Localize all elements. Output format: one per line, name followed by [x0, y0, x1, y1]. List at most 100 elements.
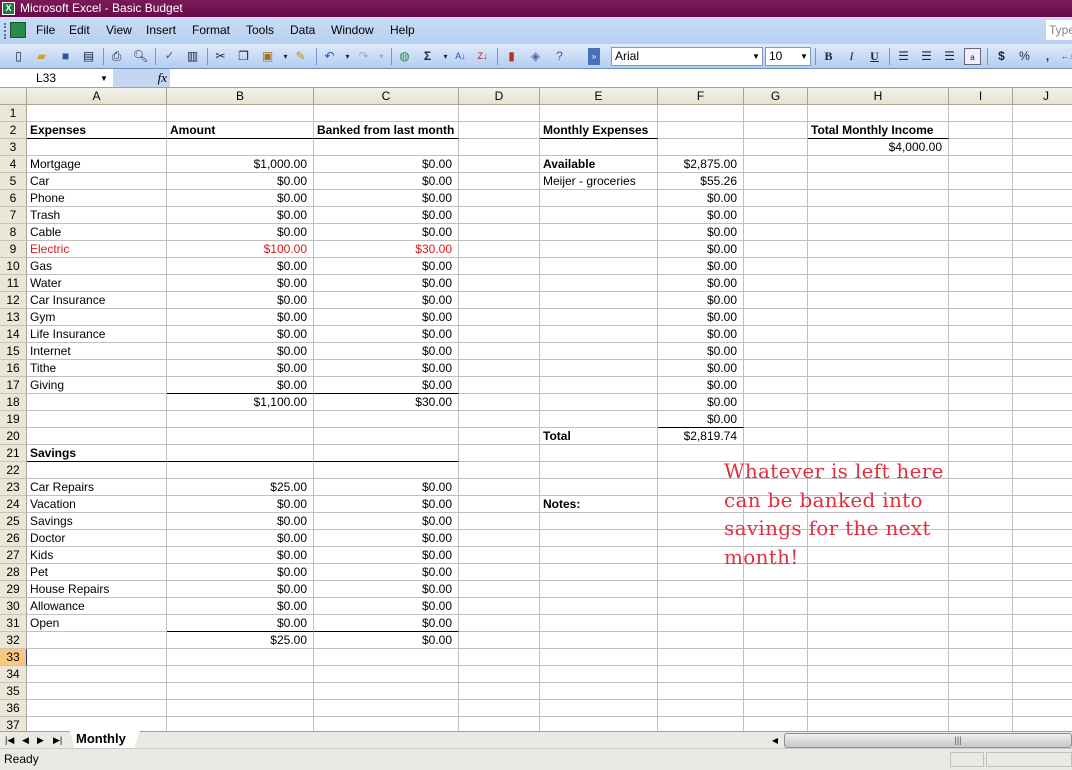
cell-g9[interactable] [744, 241, 808, 258]
format-painter-icon[interactable]: ✎ [292, 48, 309, 65]
cell-d13[interactable] [459, 309, 540, 326]
cell-a3[interactable] [27, 139, 167, 156]
cell-c1[interactable] [314, 105, 459, 122]
row-header-1[interactable]: 1 [0, 105, 27, 122]
cell-j14[interactable] [1013, 326, 1072, 343]
cell-d10[interactable] [459, 258, 540, 275]
cell-h9[interactable] [808, 241, 949, 258]
cell-f30[interactable] [658, 598, 744, 615]
cell-j18[interactable] [1013, 394, 1072, 411]
scroll-left-icon[interactable]: ◀ [768, 733, 782, 748]
cell-e18[interactable] [540, 394, 658, 411]
cell-a14[interactable]: Life Insurance [27, 326, 167, 343]
cell-c36[interactable] [314, 700, 459, 717]
cell-a4[interactable]: Mortgage [27, 156, 167, 173]
cell-b36[interactable] [167, 700, 314, 717]
cell-c5[interactable]: $0.00 [314, 173, 459, 190]
cell-b15[interactable]: $0.00 [167, 343, 314, 360]
cell-e24[interactable]: Notes: [540, 496, 658, 513]
cell-c4[interactable]: $0.00 [314, 156, 459, 173]
cell-j1[interactable] [1013, 105, 1072, 122]
cell-e28[interactable] [540, 564, 658, 581]
cell-h8[interactable] [808, 224, 949, 241]
row-header-13[interactable]: 13 [0, 309, 27, 326]
cell-b26[interactable]: $0.00 [167, 530, 314, 547]
cell-c14[interactable]: $0.00 [314, 326, 459, 343]
cell-a9[interactable]: Electric [27, 241, 167, 258]
cell-j12[interactable] [1013, 292, 1072, 309]
cell-b30[interactable]: $0.00 [167, 598, 314, 615]
cell-e35[interactable] [540, 683, 658, 700]
cell-a18[interactable] [27, 394, 167, 411]
cell-h20[interactable] [808, 428, 949, 445]
cell-e10[interactable] [540, 258, 658, 275]
cell-b11[interactable]: $0.00 [167, 275, 314, 292]
cell-d4[interactable] [459, 156, 540, 173]
cell-f12[interactable]: $0.00 [658, 292, 744, 309]
row-header-19[interactable]: 19 [0, 411, 27, 428]
cell-b24[interactable]: $0.00 [167, 496, 314, 513]
redo-icon[interactable]: ↷ [355, 48, 372, 65]
chart-wizard-icon[interactable]: ▮ [503, 48, 520, 65]
cell-b27[interactable]: $0.00 [167, 547, 314, 564]
cell-c17[interactable]: $0.00 [314, 377, 459, 394]
cell-d1[interactable] [459, 105, 540, 122]
row-header-31[interactable]: 31 [0, 615, 27, 632]
cell-d3[interactable] [459, 139, 540, 156]
cell-a28[interactable]: Pet [27, 564, 167, 581]
open-icon[interactable]: ▰ [33, 48, 50, 65]
cell-c13[interactable]: $0.00 [314, 309, 459, 326]
research-icon[interactable]: ▥ [184, 48, 201, 65]
cell-c9[interactable]: $30.00 [314, 241, 459, 258]
column-header-a[interactable]: A [27, 88, 167, 105]
cell-e14[interactable] [540, 326, 658, 343]
cell-f14[interactable]: $0.00 [658, 326, 744, 343]
sheet-tab-monthly[interactable]: Monthly [70, 731, 140, 748]
cell-j10[interactable] [1013, 258, 1072, 275]
cell-c33[interactable] [314, 649, 459, 666]
cell-h31[interactable] [808, 615, 949, 632]
align-left-icon[interactable]: ☰ [895, 48, 912, 65]
cell-f34[interactable] [658, 666, 744, 683]
cell-g32[interactable] [744, 632, 808, 649]
cell-d19[interactable] [459, 411, 540, 428]
cell-b37[interactable] [167, 717, 314, 731]
cell-f1[interactable] [658, 105, 744, 122]
cell-i20[interactable] [949, 428, 1013, 445]
cell-h33[interactable] [808, 649, 949, 666]
row-header-25[interactable]: 25 [0, 513, 27, 530]
cell-d7[interactable] [459, 207, 540, 224]
cell-b35[interactable] [167, 683, 314, 700]
cell-c28[interactable]: $0.00 [314, 564, 459, 581]
cell-d21[interactable] [459, 445, 540, 462]
cell-g2[interactable] [744, 122, 808, 139]
bold-button[interactable]: B [820, 48, 837, 65]
currency-button[interactable]: $ [993, 48, 1010, 65]
cell-c16[interactable]: $0.00 [314, 360, 459, 377]
cell-h12[interactable] [808, 292, 949, 309]
cell-j21[interactable] [1013, 445, 1072, 462]
cell-j7[interactable] [1013, 207, 1072, 224]
cell-a17[interactable]: Giving [27, 377, 167, 394]
cell-i2[interactable] [949, 122, 1013, 139]
row-header-3[interactable]: 3 [0, 139, 27, 156]
cell-e30[interactable] [540, 598, 658, 615]
font-name-select[interactable]: Arial ▼ [611, 47, 763, 66]
cell-e11[interactable] [540, 275, 658, 292]
paste-icon[interactable]: ▣ [259, 48, 276, 65]
cell-d24[interactable] [459, 496, 540, 513]
cell-f10[interactable]: $0.00 [658, 258, 744, 275]
menu-edit[interactable]: Edit [69, 23, 90, 37]
cell-f37[interactable] [658, 717, 744, 731]
cell-i18[interactable] [949, 394, 1013, 411]
cell-d2[interactable] [459, 122, 540, 139]
cell-i9[interactable] [949, 241, 1013, 258]
cell-g11[interactable] [744, 275, 808, 292]
sort-ascending-icon[interactable]: A↓ [452, 48, 469, 65]
cell-j29[interactable] [1013, 581, 1072, 598]
cell-e6[interactable] [540, 190, 658, 207]
row-header-33[interactable]: 33 [0, 649, 27, 666]
cell-a20[interactable] [27, 428, 167, 445]
print-icon[interactable]: ⎙ [108, 48, 125, 65]
menu-insert[interactable]: Insert [146, 23, 176, 37]
